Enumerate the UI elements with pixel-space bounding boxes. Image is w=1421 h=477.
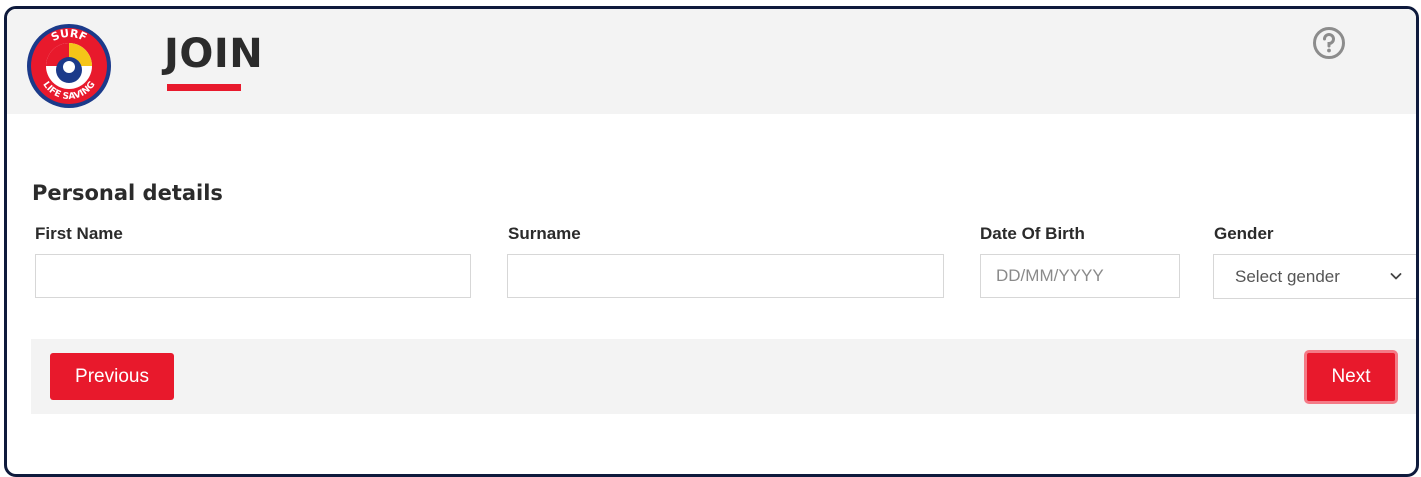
surf-life-saving-logo[interactable]: SURF LIFE SAVING [26,23,112,109]
chevron-down-icon [1390,273,1402,280]
app-window: SURF LIFE SAVING JOIN Personal details F… [4,6,1419,477]
gender-label: Gender [1214,224,1274,243]
date-of-birth-input[interactable] [980,254,1180,298]
first-name-input[interactable] [35,254,471,298]
previous-button[interactable]: Previous [50,353,174,400]
surname-input[interactable] [507,254,944,298]
page-header: SURF LIFE SAVING JOIN [7,9,1416,114]
gender-selected-value: Select gender [1235,266,1340,286]
title-underline [167,84,241,91]
dob-label: Date Of Birth [980,224,1085,243]
question-circle-icon[interactable] [1312,26,1346,60]
gender-select[interactable]: Select gender [1213,254,1416,299]
first-name-label: First Name [35,224,123,243]
section-title: Personal details [32,181,223,205]
page-title: JOIN [164,31,264,77]
next-button[interactable]: Next [1304,350,1398,404]
surname-label: Surname [508,224,581,243]
form-actions-bar: Previous Next [31,339,1416,414]
